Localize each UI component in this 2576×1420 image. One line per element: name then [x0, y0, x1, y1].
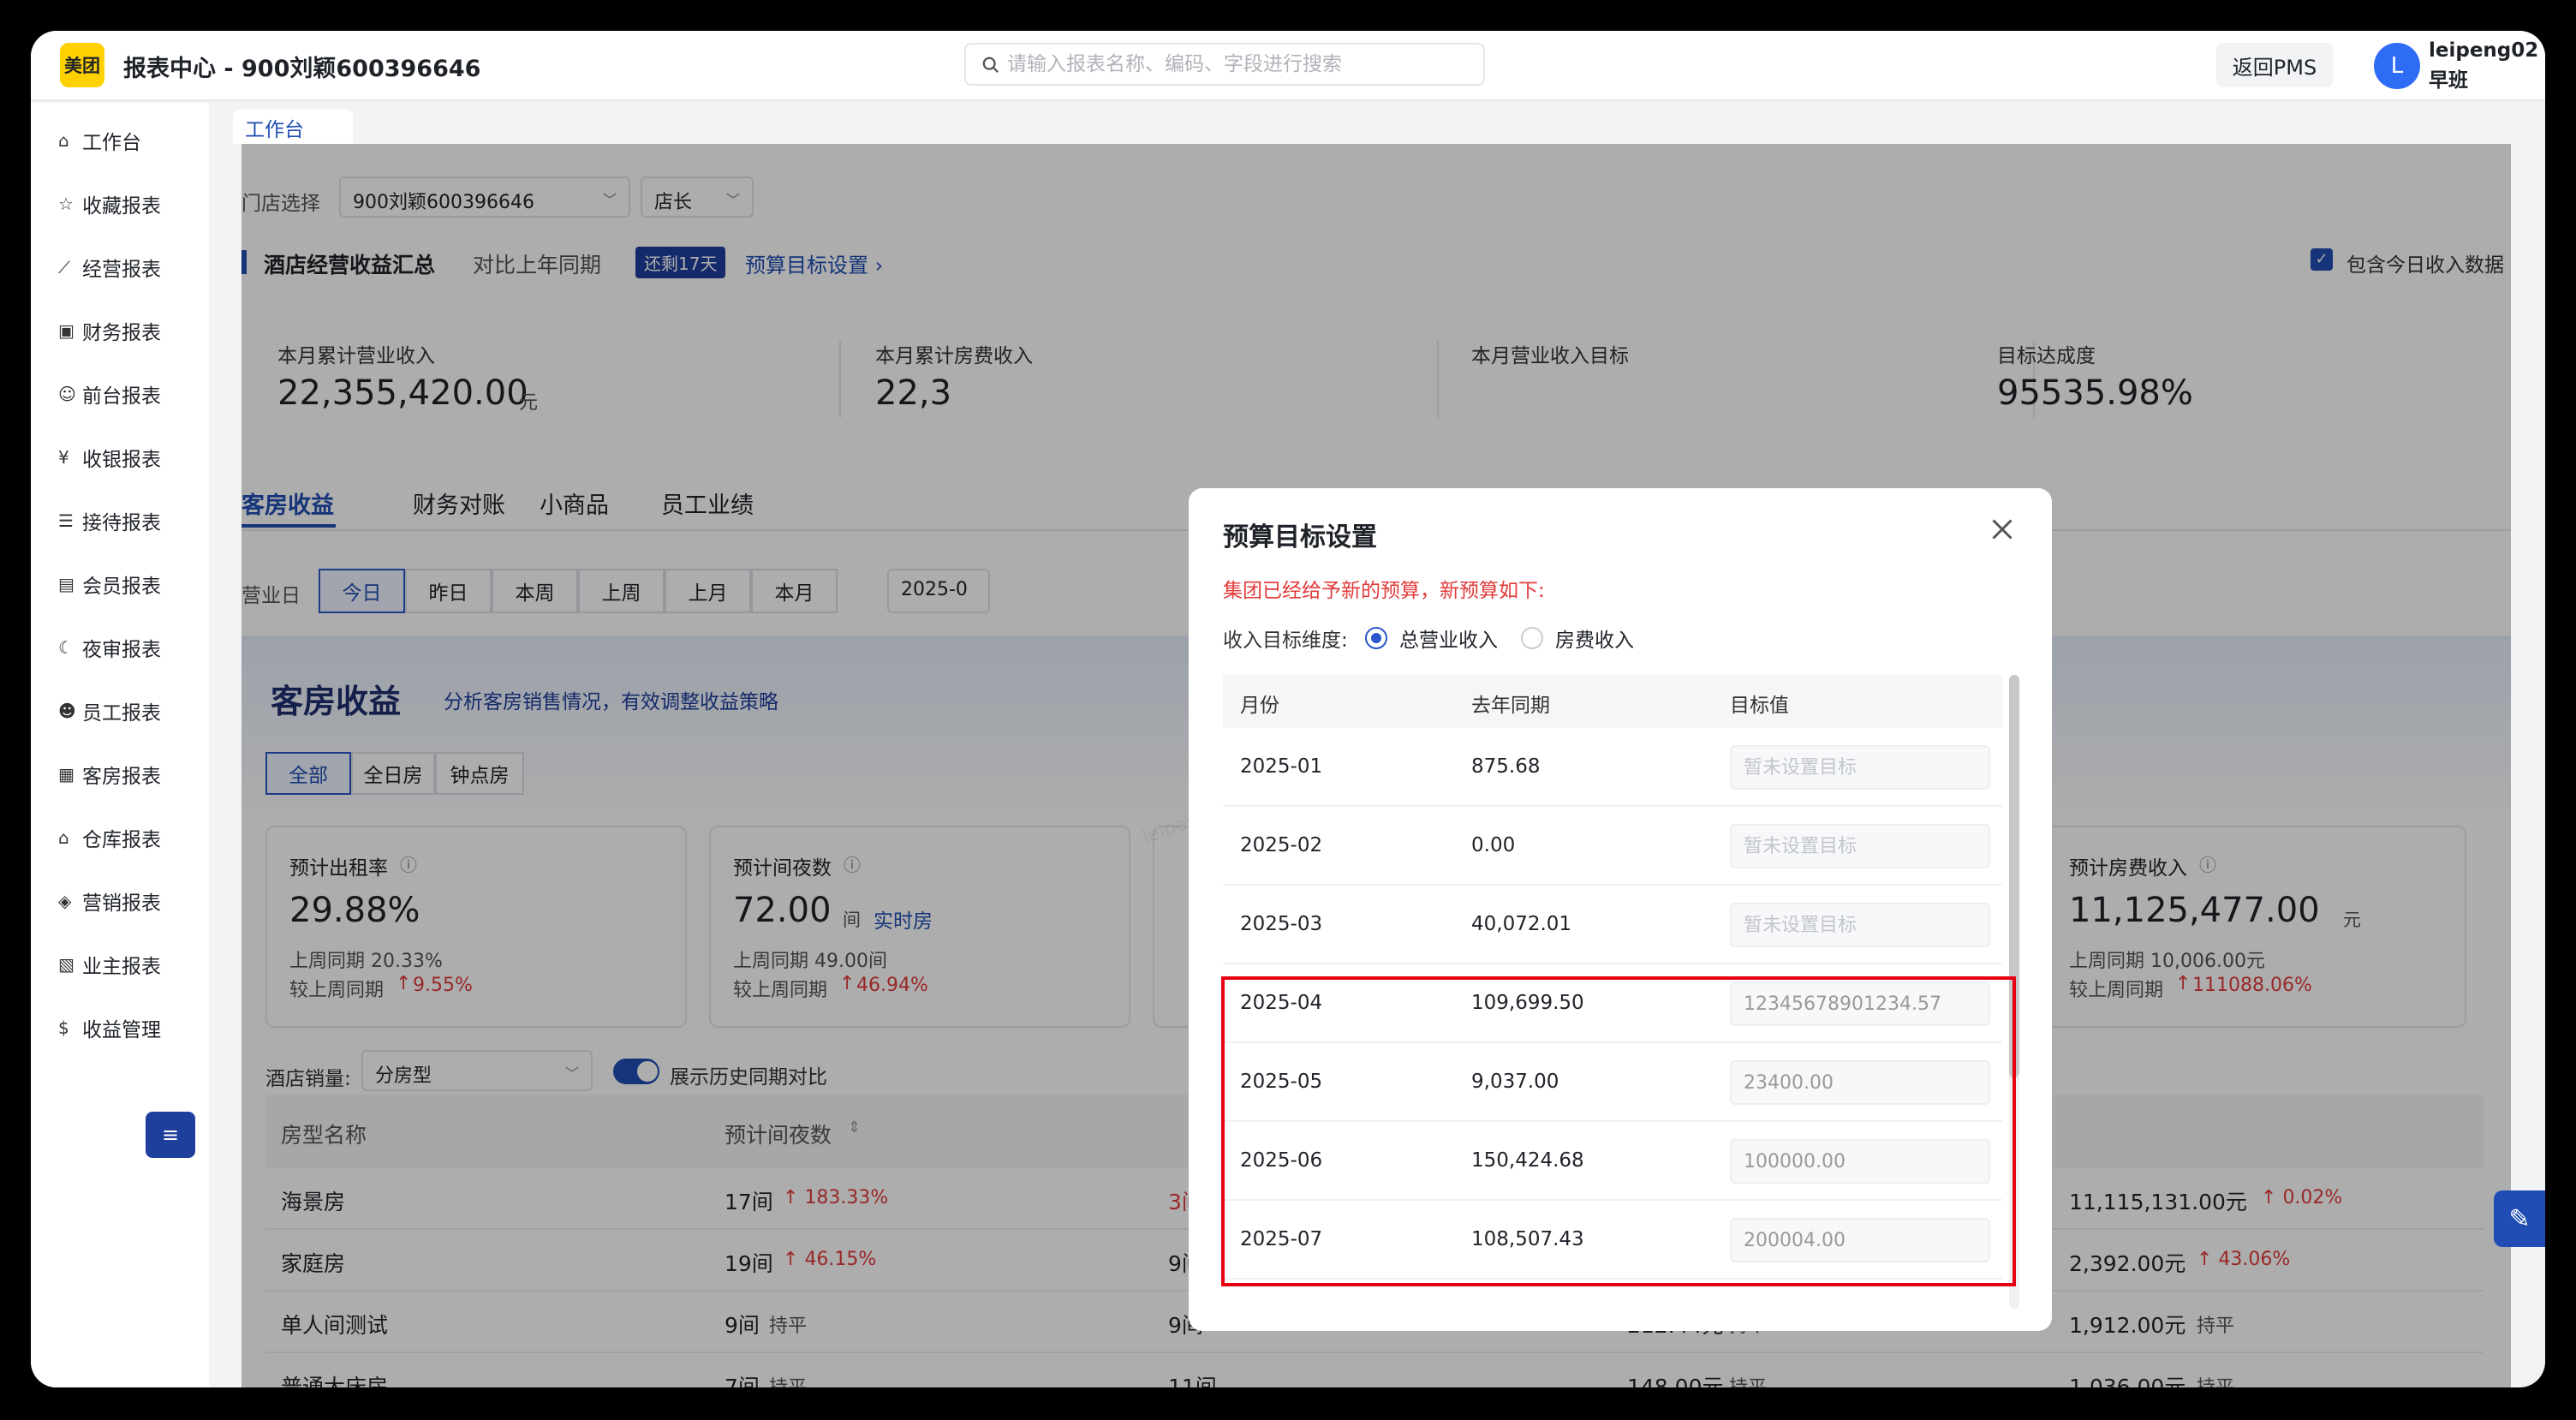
dimension-radio[interactable]: 房费收入	[1521, 623, 1634, 653]
sidebar-item-label: 工作台	[82, 132, 141, 154]
sidebar-item-label: 收藏报表	[82, 195, 161, 218]
budget-row: 2025-01 875.68	[1223, 728, 2002, 807]
report-page: 门店选择 900刘颖600396646 ﹀ 店长 ﹀ 酒店经营收益汇总 对比上年同期…	[242, 144, 2511, 1387]
sidebar-item[interactable]: ☆ 收藏报表	[31, 178, 209, 230]
home-icon: ⌂	[58, 130, 69, 151]
modal-notice: 集团已经给予新的预算，新预算如下:	[1223, 580, 1545, 602]
budget-last-year: 875.68	[1471, 755, 1541, 778]
budget-target-input[interactable]	[1730, 903, 1990, 947]
budget-last-year: 40,072.01	[1471, 913, 1572, 935]
budget-row: 2025-03 40,072.01	[1223, 886, 2002, 964]
budget-modal: 预算目标设置 集团已经给予新的预算，新预算如下: 收入目标维度: 总营业收入 房费…	[1189, 488, 2052, 1331]
search-icon	[982, 57, 999, 74]
sidebar-item-label: 员工报表	[82, 702, 161, 725]
budget-month: 2025-02	[1240, 834, 1323, 856]
search-input[interactable]	[1007, 50, 1470, 79]
radio-label: 房费收入	[1555, 629, 1634, 652]
sidebar-item[interactable]: ☻ 员工报表	[31, 685, 209, 737]
tab-workbench[interactable]: 工作台	[233, 110, 353, 144]
sidebar-item[interactable]: ⟋ 经营报表	[31, 242, 209, 293]
sidebar-item[interactable]: ▦ 客房报表	[31, 749, 209, 800]
budget-month: 2025-01	[1240, 755, 1323, 778]
finance-icon: ▣	[58, 320, 75, 341]
budget-month: 2025-03	[1240, 913, 1323, 935]
sidebar-item[interactable]: ▤ 会员报表	[31, 558, 209, 610]
highlight-box	[1221, 976, 2016, 1286]
modal-table-header: 月份 去年同期 目标值	[1223, 675, 2002, 728]
search-box[interactable]	[964, 43, 1485, 86]
star-icon: ☆	[58, 194, 74, 214]
sidebar-item[interactable]: ¥ 收银报表	[31, 432, 209, 483]
sidebar-item[interactable]: ☺ 前台报表	[31, 368, 209, 420]
sidebar-item-label: 夜审报表	[82, 639, 161, 661]
app-window: 美团 报表中心 - 900刘颖600396646 返回PMS L leipeng…	[31, 31, 2545, 1387]
sidebar-item-label: 收益管理	[82, 1019, 161, 1041]
budget-last-year: 0.00	[1471, 834, 1516, 856]
radio-dot	[1365, 627, 1387, 649]
sidebar-item-label: 仓库报表	[82, 829, 161, 851]
app-title: 报表中心 - 900刘颖600396646	[123, 56, 481, 82]
user-shift: 早班	[2429, 69, 2468, 92]
sidebar-item-label: 业主报表	[82, 956, 161, 978]
sidebar-item-label: 客房报表	[82, 766, 161, 788]
main-content: 工作台 门店选择 900刘颖600396646 ﹀ 店长 ﹀ 酒店经营收益汇总 对比…	[224, 103, 2545, 1387]
dimension-label: 收入目标维度:	[1223, 629, 1348, 652]
moon-icon: ☾	[58, 637, 74, 658]
sidebar-item-label: 收银报表	[82, 449, 161, 471]
budget-target-input[interactable]	[1730, 824, 1990, 868]
sidebar-item[interactable]: $ 收益管理	[31, 1002, 209, 1053]
staff-icon: ☻	[58, 701, 76, 721]
col-month: 月份	[1240, 695, 1279, 717]
feedback-icon[interactable]: ✎	[2494, 1190, 2545, 1247]
sidebar-item[interactable]: ⌂ 仓库报表	[31, 812, 209, 863]
sidebar-item-label: 营销报表	[82, 892, 161, 915]
sidebar-item[interactable]: ▧ 业主报表	[31, 939, 209, 990]
dimension-radio[interactable]: 总营业收入	[1365, 623, 1498, 653]
budget-row: 2025-02 0.00	[1223, 807, 2002, 886]
sidebar-item-label: 会员报表	[82, 576, 161, 598]
room-icon: ▦	[58, 764, 75, 785]
sidebar-item[interactable]: ☰ 接待报表	[31, 495, 209, 546]
sidebar-item[interactable]: ◈ 营销报表	[31, 875, 209, 927]
sidebar-item[interactable]: ☾ 夜审报表	[31, 622, 209, 673]
member-icon: ▤	[58, 574, 75, 594]
sidebar: ⌂ 工作台 ☆ 收藏报表 ⟋ 经营报表 ▣ 财务报表 ☺ 前台报表 ¥ 收银报表 ☰ 接待报表 ▤ 会员报表 ☾…	[31, 103, 209, 1387]
sidebar-item-label: 接待报表	[82, 512, 161, 534]
radio-dot	[1521, 627, 1543, 649]
sidebar-item-label: 财务报表	[82, 322, 161, 344]
col-last-year: 去年同期	[1471, 695, 1550, 717]
warehouse-icon: ⌂	[58, 827, 69, 848]
avatar[interactable]: L	[2374, 43, 2420, 89]
back-pms-button[interactable]: 返回PMS	[2216, 43, 2333, 87]
collapse-menu-icon[interactable]: ≡	[146, 1112, 195, 1158]
gift-icon: ◈	[58, 891, 72, 911]
doc-icon: ☰	[58, 510, 74, 531]
sidebar-item[interactable]: ▣ 财务报表	[31, 305, 209, 356]
sidebar-item-label: 经营报表	[82, 259, 161, 281]
yen-icon: ¥	[58, 447, 69, 468]
top-header: 美团 报表中心 - 900刘颖600396646 返回PMS L leipeng…	[31, 31, 2545, 101]
tab-bar: 工作台	[224, 103, 2545, 144]
dollar-icon: $	[58, 1017, 69, 1038]
budget-target-input[interactable]	[1730, 745, 1990, 790]
sidebar-item[interactable]: ⌂ 工作台	[31, 115, 209, 166]
chart-icon: ⟋	[58, 257, 70, 277]
radio-label: 总营业收入	[1399, 629, 1498, 652]
close-icon[interactable]	[1987, 514, 2018, 545]
modal-title: 预算目标设置	[1223, 522, 1377, 552]
sidebar-item-label: 前台报表	[82, 385, 161, 408]
owner-icon: ▧	[58, 954, 75, 975]
meituan-logo: 美团	[60, 43, 104, 87]
user-icon: ☺	[58, 384, 76, 404]
user-name: leipeng02	[2429, 39, 2539, 62]
col-target: 目标值	[1730, 695, 1789, 717]
